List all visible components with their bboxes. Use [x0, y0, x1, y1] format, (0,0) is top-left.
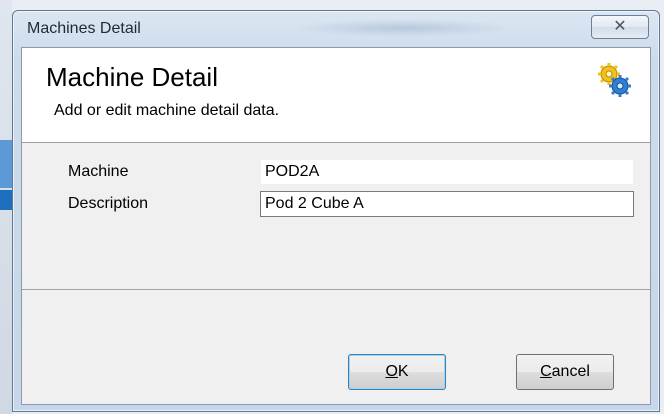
ok-mnemonic: O [385, 363, 398, 380]
dialog-footer: OK Cancel [22, 290, 650, 404]
cancel-mnemonic: C [540, 363, 552, 380]
machine-label: Machine [68, 163, 129, 180]
close-icon: ✕ [613, 18, 627, 35]
machines-detail-window: Machines Detail ✕ Machine Detail Add or … [12, 10, 660, 412]
header-title: Machine Detail [46, 62, 218, 92]
title-bar[interactable]: Machines Detail ✕ [13, 11, 659, 43]
description-label: Description [68, 195, 149, 212]
description-field[interactable]: Pod 2 Cube A [260, 191, 634, 217]
ok-label-rest: K [397, 363, 409, 380]
cancel-label-rest: ancel [551, 363, 590, 380]
machine-field[interactable]: POD2A [260, 159, 634, 185]
ok-button[interactable]: OK [348, 354, 446, 390]
background-selection-highlight-dark [0, 190, 12, 210]
background-app-edge [0, 0, 12, 414]
header-subtitle: Add or edit machine detail data. [54, 102, 280, 119]
dialog-header: Machine Detail Add or edit machine detai… [22, 48, 650, 143]
gears-icon [598, 63, 631, 97]
title-bar-reflection [293, 19, 513, 37]
cancel-button[interactable]: Cancel [516, 354, 614, 390]
close-button[interactable]: ✕ [591, 15, 649, 39]
gear-blue-icon [609, 75, 631, 97]
window-title: Machines Detail [27, 20, 141, 37]
dialog-client-area: Machine Detail Add or edit machine detai… [21, 47, 651, 405]
form-area: Machine POD2A Description Pod 2 Cube A [22, 143, 650, 290]
background-selection-highlight [0, 140, 12, 188]
